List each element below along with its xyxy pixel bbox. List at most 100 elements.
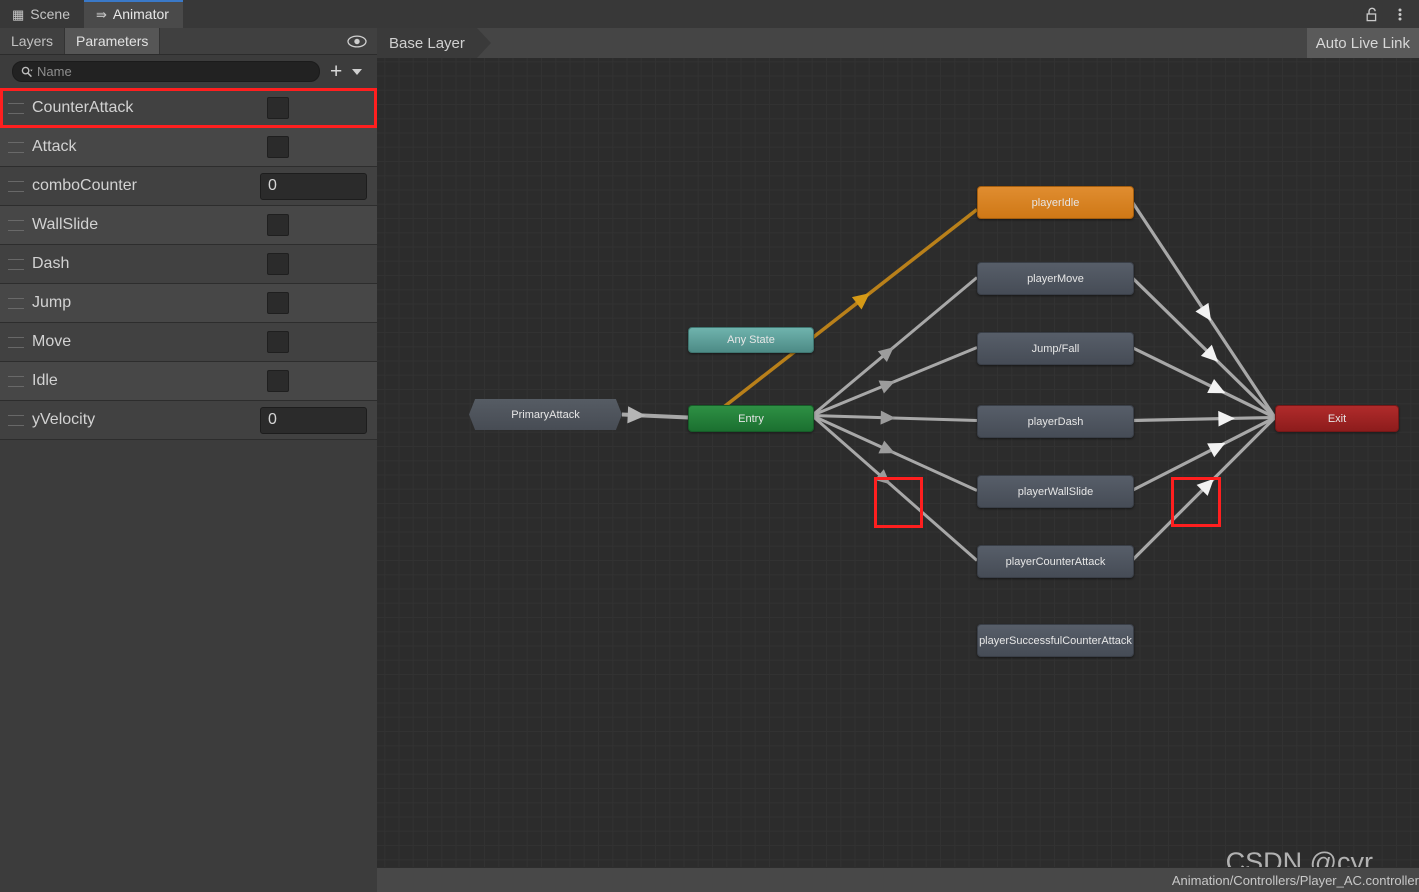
parameter-name: Jump: [32, 294, 72, 311]
state-node-label: playerSuccessfulCounterAttack: [979, 634, 1132, 647]
parameter-row[interactable]: yVelocity 0: [0, 401, 377, 440]
state-node-playerIdle[interactable]: playerIdle: [977, 186, 1134, 219]
state-node-anyState[interactable]: Any State: [688, 327, 814, 353]
state-node-label: PrimaryAttack: [511, 408, 580, 421]
state-node-playerSuccessfulCounterAttack[interactable]: playerSuccessfulCounterAttack: [977, 624, 1134, 657]
transition-arrow-icon: [1218, 410, 1235, 427]
drag-handle-icon[interactable]: [8, 375, 24, 387]
parameter-checkbox[interactable]: [267, 253, 289, 275]
tab-animator-label: Animator: [112, 6, 169, 22]
state-node-label: Entry: [738, 412, 764, 425]
drag-handle-icon[interactable]: [8, 219, 24, 231]
animator-icon: ⇛: [96, 6, 107, 22]
unlock-padlock-icon[interactable]: [1363, 5, 1381, 23]
window-tab-bar: ▦ Scene ⇛ Animator: [0, 0, 1419, 29]
eye-icon: [347, 34, 367, 48]
parameter-row[interactable]: comboCounter 0: [0, 167, 377, 206]
parameter-search-row: Name +: [0, 55, 377, 89]
parameters-panel: Layers Parameters Name + CounterAttack At…: [0, 28, 378, 892]
window-tab-actions: [1363, 0, 1419, 28]
transition-line[interactable]: [811, 414, 978, 562]
drag-handle-icon[interactable]: [8, 336, 24, 348]
parameter-row[interactable]: Dash: [0, 245, 377, 284]
parameter-name: CounterAttack: [32, 99, 134, 116]
transition-arrow-icon: [1195, 302, 1212, 321]
drag-handle-icon[interactable]: [8, 141, 24, 153]
breadcrumb-label: Base Layer: [389, 34, 465, 52]
animator-window: ▦ Scene ⇛ Animator Layers Parameters Nam…: [0, 0, 1419, 892]
state-node-primaryAttack[interactable]: PrimaryAttack: [469, 399, 622, 430]
parameter-row[interactable]: Jump: [0, 284, 377, 323]
parameter-list-empty-area: [0, 440, 377, 892]
panel-tab-layers-label: Layers: [11, 33, 54, 49]
add-parameter-button[interactable]: +: [328, 61, 344, 82]
state-node-label: playerWallSlide: [1017, 485, 1094, 498]
parameter-checkbox[interactable]: [267, 292, 289, 314]
auto-live-link-label: Auto Live Link: [1315, 34, 1410, 52]
transition-line[interactable]: [1131, 416, 1276, 492]
transition-arrow-icon: [627, 406, 646, 424]
state-node-label: playerCounterAttack: [1005, 555, 1106, 568]
state-node-playerWallSlide[interactable]: playerWallSlide: [977, 475, 1134, 508]
state-node-label: playerDash: [1027, 415, 1084, 428]
panel-tab-parameters-label: Parameters: [76, 33, 149, 49]
parameter-name: Move: [32, 333, 72, 350]
status-bar: Animation/Controllers/Player_AC.controll…: [377, 867, 1419, 892]
parameter-row[interactable]: Attack: [0, 128, 377, 167]
parameter-name: yVelocity: [32, 411, 96, 428]
auto-live-link-button[interactable]: Auto Live Link: [1306, 28, 1419, 58]
parameter-row[interactable]: Move: [0, 323, 377, 362]
state-machine-canvas[interactable]: PrimaryAttack Any State Entry playerIdle pla…: [377, 58, 1419, 892]
transition-arrow-icon: [880, 410, 896, 425]
state-node-entry[interactable]: Entry: [688, 405, 814, 432]
state-node-exit[interactable]: Exit: [1275, 405, 1399, 432]
search-input[interactable]: Name: [12, 61, 320, 82]
transition-arrow-icon: [878, 380, 895, 394]
state-node-playerCounterAttack[interactable]: playerCounterAttack: [977, 545, 1134, 578]
parameter-row[interactable]: Idle: [0, 362, 377, 401]
parameter-name: Attack: [32, 138, 77, 155]
transition-line[interactable]: [1131, 415, 1276, 423]
state-node-playerDash[interactable]: playerDash: [977, 405, 1134, 438]
search-placeholder: Name: [37, 64, 72, 79]
panel-tab-bar: Layers Parameters: [0, 28, 377, 55]
parameter-checkbox[interactable]: [267, 370, 289, 392]
breadcrumb[interactable]: Base Layer: [377, 28, 491, 58]
state-node-label: playerIdle: [1031, 196, 1080, 209]
parameter-row[interactable]: WallSlide: [0, 206, 377, 245]
panel-tab-parameters[interactable]: Parameters: [65, 28, 161, 54]
state-node-jumpFall[interactable]: Jump/Fall: [977, 332, 1134, 365]
state-node-label: playerMove: [1027, 272, 1084, 285]
state-node-label: Any State: [727, 334, 775, 346]
state-node-label: Exit: [1327, 412, 1347, 425]
search-icon: [21, 66, 33, 77]
drag-handle-icon[interactable]: [8, 297, 24, 309]
parameter-row[interactable]: CounterAttack: [0, 89, 377, 128]
drag-handle-icon[interactable]: [8, 102, 24, 114]
transition-edges: [621, 200, 1277, 562]
caret-down-icon[interactable]: [352, 68, 363, 75]
graph-breadcrumb-bar: Base Layer Auto Live Link: [377, 28, 1419, 59]
state-node-label: Jump/Fall: [1031, 342, 1080, 355]
panel-tab-layers[interactable]: Layers: [0, 28, 66, 54]
kebab-menu-icon[interactable]: [1391, 5, 1409, 23]
parameter-name: Idle: [32, 372, 58, 389]
state-node-playerMove[interactable]: playerMove: [977, 262, 1134, 295]
parameter-value-field[interactable]: 0: [260, 406, 367, 434]
parameter-checkbox[interactable]: [267, 214, 289, 236]
drag-handle-icon[interactable]: [8, 180, 24, 192]
transition-arrow-icon: [1207, 378, 1226, 394]
drag-handle-icon[interactable]: [8, 258, 24, 270]
tab-scene[interactable]: ▦ Scene: [0, 0, 84, 28]
parameter-checkbox[interactable]: [267, 136, 289, 158]
drag-handle-icon[interactable]: [8, 414, 24, 426]
layer-visibility-toggle[interactable]: [347, 28, 377, 54]
tab-animator[interactable]: ⇛ Animator: [84, 0, 183, 28]
parameter-name: Dash: [32, 255, 70, 272]
transition-arrow-icon: [1207, 442, 1226, 458]
transition-line[interactable]: [1130, 276, 1277, 419]
parameter-value-field[interactable]: 0: [260, 172, 367, 200]
parameter-checkbox[interactable]: [267, 97, 289, 119]
parameter-checkbox[interactable]: [267, 331, 289, 353]
transition-line[interactable]: [811, 276, 978, 417]
